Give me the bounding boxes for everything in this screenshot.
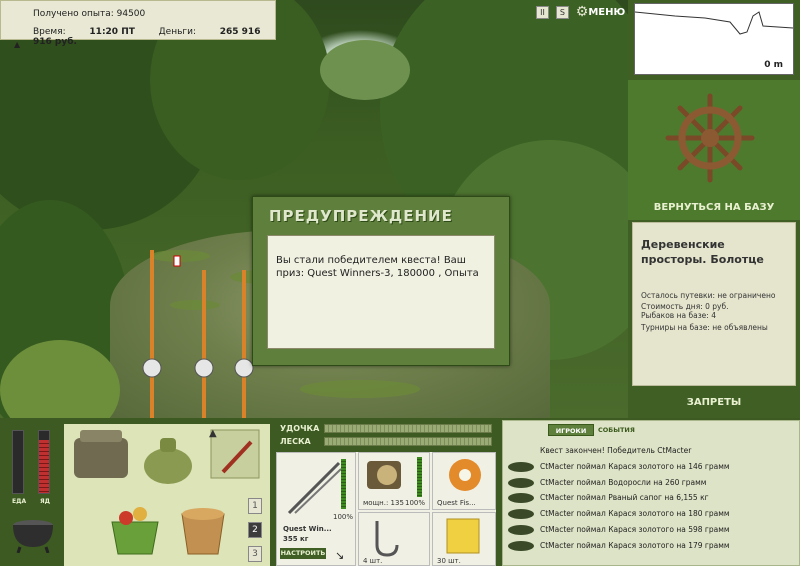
rod-icon: [287, 461, 342, 515]
tackle-status: УДОЧКА ЛЕСКА: [276, 421, 496, 451]
food-label: ЕДА: [12, 498, 27, 505]
log-entry: CtMacter поймал Карася золотого на 180 г…: [508, 507, 796, 521]
arrow-down-right-icon[interactable]: ↘: [335, 549, 344, 562]
depth-chart: 0 m: [634, 3, 794, 75]
bucket-icon[interactable]: [172, 498, 234, 558]
line-slot[interactable]: Quest Fis...: [432, 452, 496, 510]
rod-percent: 100%: [333, 513, 354, 521]
rods-in-water[interactable]: [130, 250, 260, 418]
reel-slot[interactable]: мощн.: 135 100%: [358, 452, 430, 510]
money-label: Деньги:: [158, 27, 196, 37]
log-entry: CtMacter поймал Карася золотого на 146 г…: [508, 460, 796, 474]
cooking-pot-icon[interactable]: [8, 513, 58, 553]
fishing-line-spool-icon: [449, 459, 481, 491]
dialog-title: ПРЕДУПРЕЖДЕНИЕ: [269, 207, 453, 225]
rod-durability-bar: [341, 459, 346, 509]
depth-value: 0 m: [764, 60, 783, 70]
hook-count: 4 шт.: [363, 557, 383, 565]
xp-value: 94500: [116, 9, 146, 19]
reel-icon: [367, 461, 401, 489]
log-entry: CtMacter поймал Водоросли на 260 грамм: [508, 476, 796, 490]
pause-button[interactable]: II: [536, 5, 549, 19]
bait-count: 30 шт.: [437, 557, 461, 565]
log-entry-text: CtMacter поймал Карася золотого на 146 г…: [540, 462, 730, 471]
log-header: Квест закончен! Победитель CtMacter: [540, 446, 692, 455]
location-info-line: Стоимость дня: 0 руб.: [641, 302, 729, 311]
ship-wheel-icon[interactable]: [664, 92, 756, 184]
tab-events[interactable]: СОБЫТИЯ: [598, 424, 635, 436]
fish-icon: [508, 478, 534, 488]
money-value: 265 916 916 руб.: [33, 27, 261, 47]
fish-icon: [508, 462, 534, 472]
rod-name: Quest Win...: [283, 525, 332, 533]
fish-icon: [508, 493, 534, 503]
log-entry-text: CtMacter поймал Рваный сапог на 6,155 кг: [540, 493, 709, 502]
reel-power: мощн.: 135: [363, 499, 404, 507]
bait-pack-icon: [446, 518, 480, 554]
inventory-page-3-button[interactable]: 3: [248, 546, 262, 562]
xp-label: Получено опыта:: [33, 9, 114, 19]
menu-button[interactable]: ⚙МЕНЮ: [576, 4, 625, 20]
location-panel: Деревенские просторы. Болотце Осталось п…: [632, 222, 796, 386]
poison-level-fill: [39, 440, 49, 493]
inventory-page-2-button[interactable]: 2: [248, 522, 262, 538]
map-icon[interactable]: ▲: [205, 424, 265, 484]
gear-icon: ⚙: [575, 4, 589, 20]
hook-icon: [375, 521, 399, 557]
menu-label: МЕНЮ: [588, 7, 626, 18]
line-name: Quest Fis...: [437, 499, 476, 507]
fish-icon: [508, 525, 534, 535]
rod-weight: 355 кг: [283, 535, 309, 543]
log-entry-text: CtMacter поймал Карася золотого на 598 г…: [540, 525, 730, 534]
log-entry-text: CtMacter поймал Карася золотого на 180 г…: [540, 509, 730, 518]
log-entry: CtMacter поймал Рваный сапог на 6,155 кг: [508, 491, 796, 505]
log-entry: CtMacter поймал Карася золотого на 179 г…: [508, 539, 796, 553]
poison-meter: [38, 430, 50, 494]
sound-button[interactable]: S: [555, 5, 569, 19]
fish-icon: [508, 509, 534, 519]
line-label: ЛЕСКА: [280, 437, 311, 446]
location-info-line: Рыбаков на базе: 4: [641, 311, 716, 320]
bait-slot[interactable]: 30 шт.: [432, 512, 496, 566]
tune-tackle-button[interactable]: НАСТРОИТЬ: [280, 548, 326, 559]
inventory-page-1-button[interactable]: 1: [248, 498, 262, 514]
fish-icon: [508, 541, 534, 551]
line-tension-bar: [324, 437, 492, 446]
rod-tension-bar: [324, 424, 492, 433]
log-entry-text: CtMacter поймал Карася золотого на 179 г…: [540, 541, 730, 550]
log-entry: CtMacter поймал Карася золотого на 598 г…: [508, 523, 796, 537]
collapse-arrow-icon[interactable]: ▲: [14, 40, 20, 49]
rod-label: УДОЧКА: [280, 424, 320, 433]
warning-dialog[interactable]: ПРЕДУПРЕЖДЕНИЕ Вы стали победителем квес…: [252, 196, 510, 366]
return-to-base-button[interactable]: ВЕРНУТЬСЯ НА БАЗУ: [628, 198, 800, 218]
top-icons: II S ⚙МЕНЮ: [536, 4, 625, 20]
reel-percent: 100%: [405, 499, 426, 507]
tackle-box-icon[interactable]: [70, 426, 132, 484]
time-label: Время:: [33, 27, 66, 37]
player-info-panel: Получено опыта: 94500 Время: 11:20 ПТ Де…: [0, 0, 276, 47]
location-info-line: Турниры на базе: не объявлены: [641, 323, 768, 332]
bag-icon[interactable]: [138, 430, 198, 486]
poison-label: ЯД: [40, 498, 50, 505]
location-info-line: Осталось путевки: не ограничено: [641, 291, 776, 300]
tab-players[interactable]: ИГРОКИ: [548, 424, 594, 436]
svg-text:▲: ▲: [209, 428, 217, 439]
restrictions-button[interactable]: ЗАПРЕТЫ: [628, 393, 800, 413]
time-value: 11:20 ПТ: [89, 27, 135, 37]
food-meter: [12, 430, 24, 494]
hook-slot[interactable]: 4 шт.: [358, 512, 430, 566]
log-entry-text: CtMacter поймал Водоросли на 260 грамм: [540, 478, 707, 487]
food-basket-icon[interactable]: [104, 498, 166, 558]
dialog-message: Вы стали победителем квеста! Ваш приз: Q…: [267, 235, 495, 349]
reel-durability-bar: [417, 457, 422, 497]
location-title: Деревенские просторы. Болотце: [641, 238, 764, 266]
